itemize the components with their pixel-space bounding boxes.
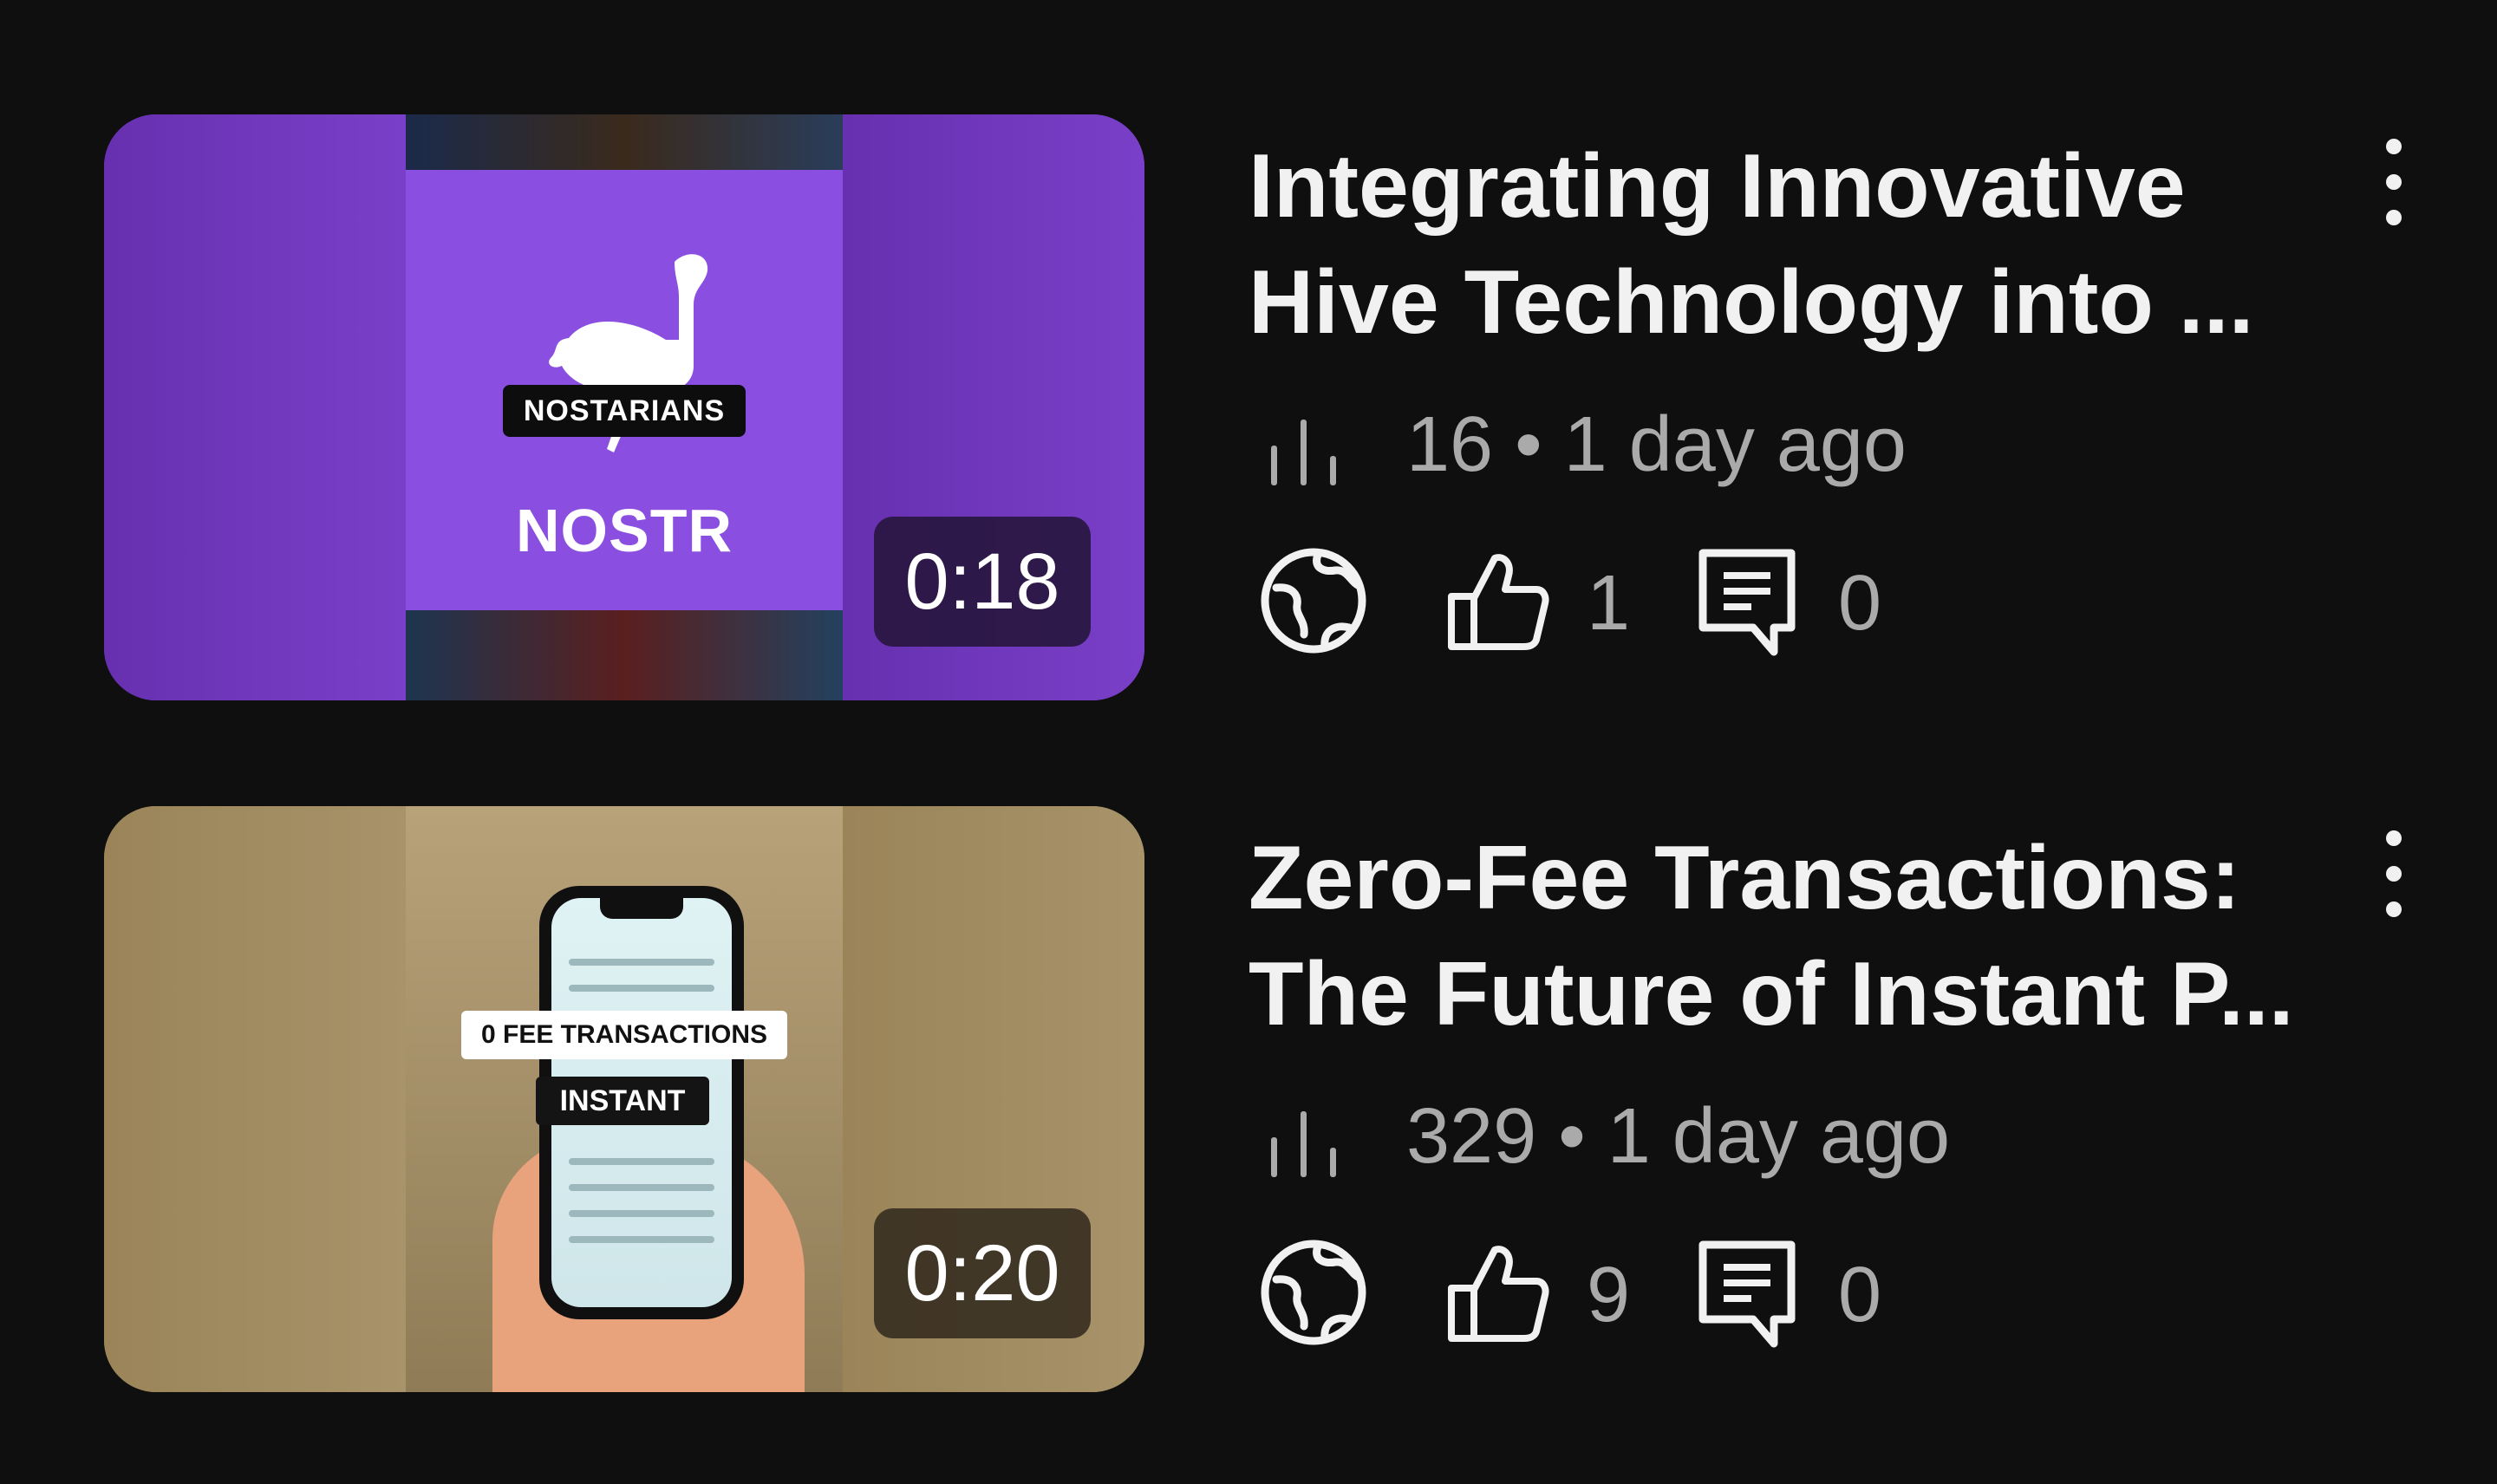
dot-icon [2386, 830, 2402, 846]
thumbnail-side-fill [104, 806, 406, 1392]
video-item[interactable]: 0 FEE TRANSACTIONS INSTANT 0:20 Zero-Fee… [0, 803, 2497, 1409]
dot-icon [2386, 901, 2402, 917]
video-actions: 9 0 [1248, 1236, 2289, 1349]
upload-age: 1 day ago [1607, 1093, 1951, 1180]
video-actions: 1 0 [1248, 544, 2289, 657]
more-options-button[interactable] [2367, 130, 2419, 234]
dot-icon [2386, 139, 2402, 154]
video-title[interactable]: Integrating Innovative Hive Technology i… [1248, 128, 2341, 361]
thumbnail-poster: 0 FEE TRANSACTIONS INSTANT [406, 806, 843, 1392]
globe-icon[interactable] [1257, 544, 1370, 657]
video-thumbnail[interactable]: NOSTARIANS NOSTR 0:18 [104, 114, 1144, 700]
video-thumbnail[interactable]: 0 FEE TRANSACTIONS INSTANT 0:20 [104, 806, 1144, 1392]
video-meta: 16 • 1 day ago [1248, 397, 2289, 492]
thumbnail-poster: NOSTARIANS NOSTR [406, 114, 843, 700]
thumbnail-tag: 0 FEE TRANSACTIONS [461, 1011, 787, 1059]
video-title[interactable]: Zero-Fee Transactions: The Future of Ins… [1248, 820, 2341, 1052]
video-meta: 329 • 1 day ago [1248, 1089, 2289, 1184]
duration-badge: 0:20 [874, 1208, 1091, 1338]
views-bars-icon [1271, 1111, 1336, 1177]
thumbnail-headline: INSTANT [536, 1077, 709, 1125]
more-options-button[interactable] [2367, 822, 2419, 926]
globe-icon[interactable] [1257, 1236, 1370, 1349]
video-list: NOSTARIANS NOSTR 0:18 Integrating Innova… [0, 0, 2497, 1484]
like-count: 9 [1587, 1252, 1631, 1338]
ostrich-logo-icon [549, 254, 708, 452]
comment-count: 0 [1838, 560, 1882, 647]
comment-count: 0 [1838, 1252, 1882, 1338]
views-bars-icon [1271, 420, 1336, 485]
meta-separator: • [1558, 1093, 1586, 1180]
thumbnail-headline: NOSTR [516, 497, 733, 564]
comment-icon[interactable] [1691, 1236, 1803, 1349]
meta-separator: • [1515, 401, 1542, 488]
view-count: 329 [1406, 1093, 1537, 1180]
thumbs-up-icon[interactable] [1439, 1236, 1552, 1349]
dot-icon [2386, 174, 2402, 190]
poster-photo-strip [406, 114, 843, 170]
like-count: 1 [1587, 560, 1631, 647]
view-count: 16 [1406, 401, 1494, 488]
dot-icon [2386, 210, 2402, 225]
dot-icon [2386, 866, 2402, 882]
video-item[interactable]: NOSTARIANS NOSTR 0:18 Integrating Innova… [0, 111, 2497, 718]
comment-icon[interactable] [1691, 544, 1803, 657]
thumbs-up-icon[interactable] [1439, 544, 1552, 657]
poster-photo-strip [406, 610, 843, 700]
upload-age: 1 day ago [1563, 401, 1907, 488]
duration-badge: 0:18 [874, 517, 1091, 647]
thumbnail-side-fill [104, 114, 406, 700]
thumbnail-tag: NOSTARIANS [503, 385, 746, 437]
